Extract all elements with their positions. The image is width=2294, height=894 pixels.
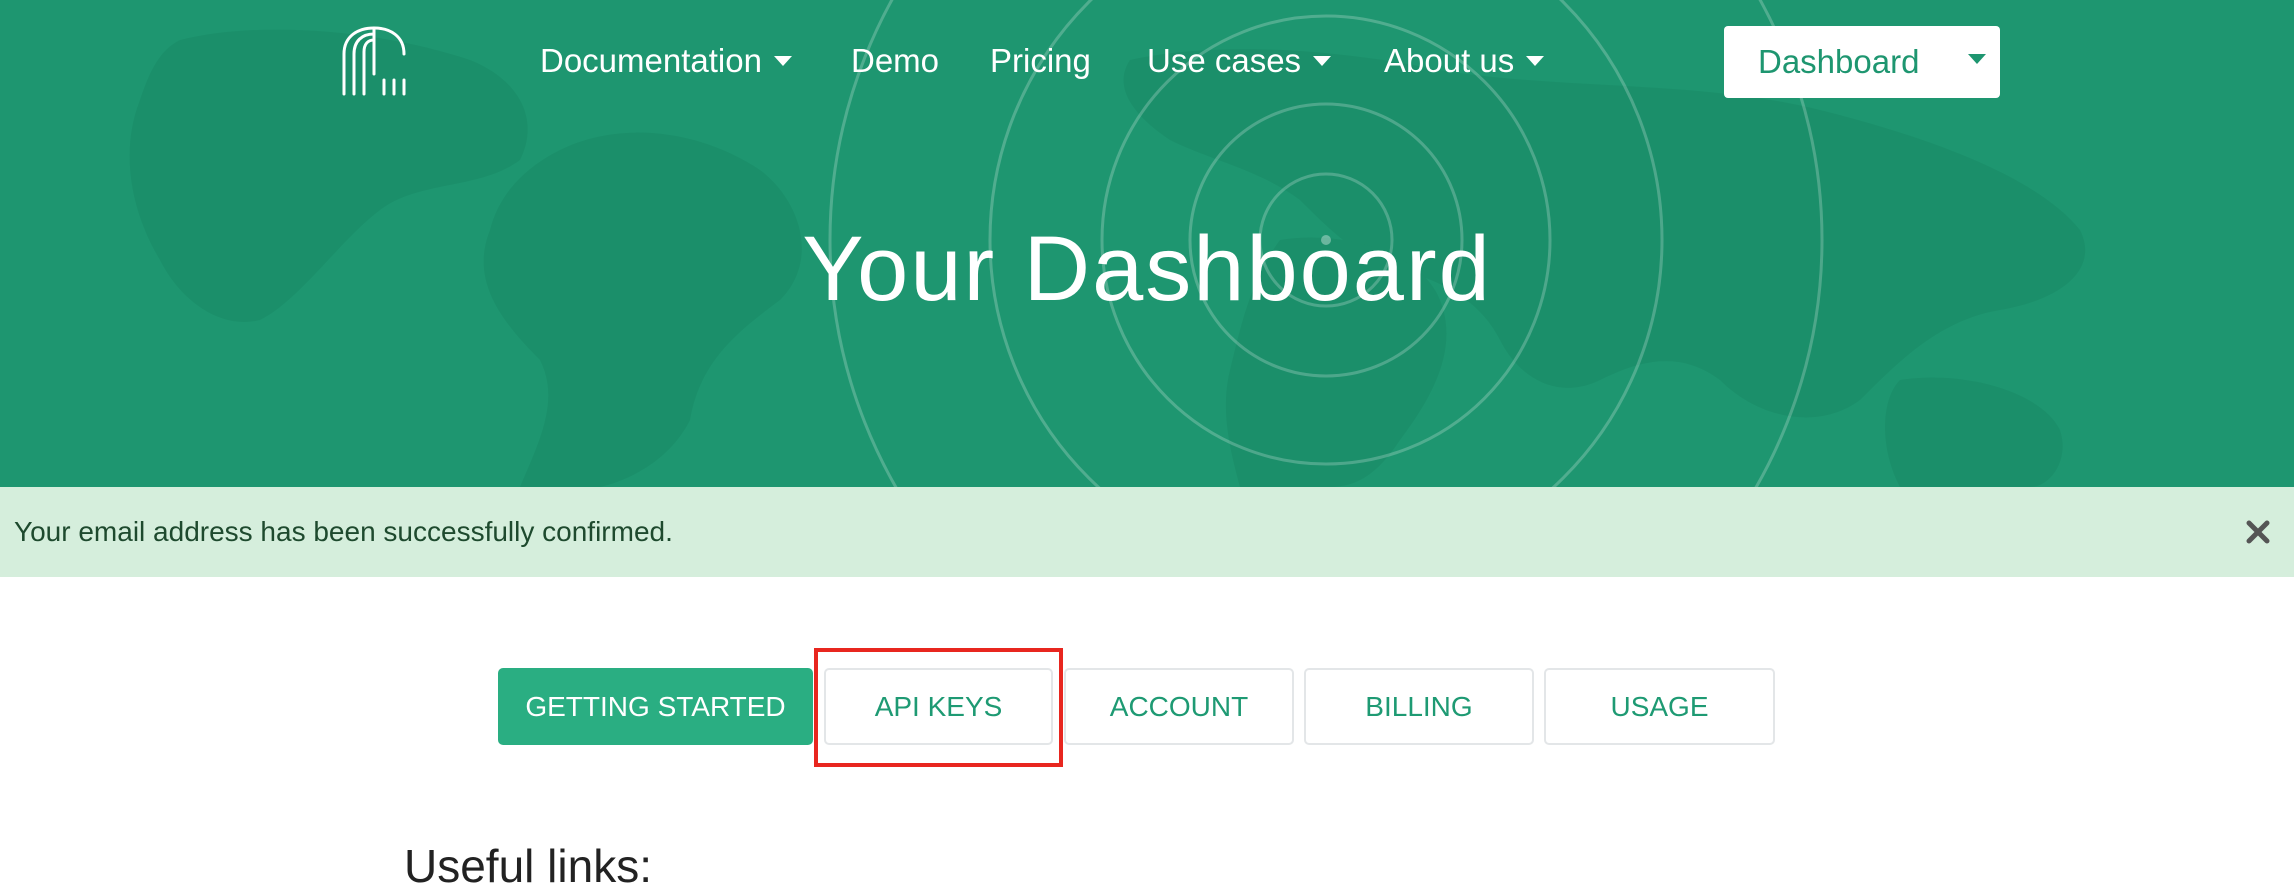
dashboard-dropdown-button[interactable]: Dashboard bbox=[1724, 26, 2000, 98]
nav-item-use-cases[interactable]: Use cases bbox=[1147, 30, 1332, 92]
nav-item-documentation[interactable]: Documentation bbox=[540, 30, 792, 92]
nav-item-label: Documentation bbox=[540, 42, 762, 79]
caret-down-icon bbox=[1526, 56, 1545, 67]
nav-item-demo[interactable]: Demo bbox=[851, 30, 939, 92]
caret-down-icon bbox=[1313, 56, 1332, 67]
caret-down-icon bbox=[773, 56, 792, 67]
nav-item-label: Demo bbox=[851, 42, 940, 79]
close-icon[interactable] bbox=[2240, 514, 2276, 550]
nav-item-pricing[interactable]: Pricing bbox=[990, 30, 1091, 92]
nav-item-about-us[interactable]: About us bbox=[1384, 30, 1545, 92]
birdcage-logo-icon[interactable] bbox=[340, 24, 410, 96]
tab-usage[interactable]: USAGE bbox=[1544, 668, 1775, 745]
useful-links-heading: Useful links: bbox=[404, 840, 652, 892]
success-alert: Your email address has been successfully… bbox=[0, 487, 2294, 577]
tab-account[interactable]: ACCOUNT bbox=[1064, 668, 1294, 745]
nav-item-label: About us bbox=[1384, 42, 1515, 79]
api-keys-highlight bbox=[814, 648, 1063, 767]
caret-down-icon[interactable] bbox=[1968, 54, 1986, 64]
tab-billing[interactable]: BILLING bbox=[1304, 668, 1534, 745]
hero-banner: Documentation Demo Pricing Use cases Abo… bbox=[0, 0, 2294, 487]
dashboard-button-label: Dashboard bbox=[1758, 43, 1920, 80]
tab-getting-started[interactable]: GETTING STARTED bbox=[498, 668, 813, 745]
alert-message: Your email address has been successfully… bbox=[14, 516, 673, 547]
page-title: Your Dashboard bbox=[802, 218, 1492, 320]
nav-item-label: Pricing bbox=[990, 42, 1091, 79]
nav-item-label: Use cases bbox=[1147, 42, 1302, 79]
